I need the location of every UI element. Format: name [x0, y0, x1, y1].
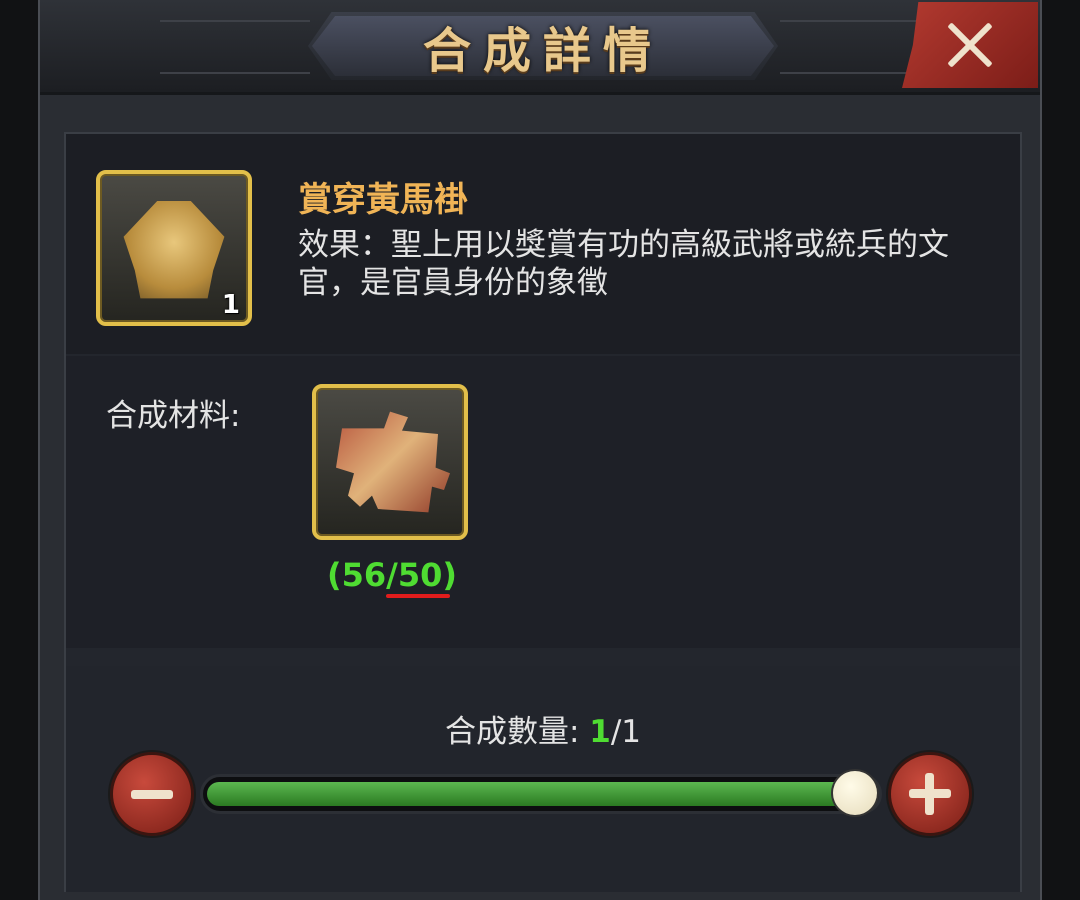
content-frame: 1 賞穿黃馬褂 效果：聖上用以獎賞有功的高級武將或統兵的文官，是官員身份的象徵 … — [64, 132, 1022, 892]
slider-fill — [207, 782, 859, 806]
quantity-max: /1 — [610, 714, 642, 750]
jacket-fragment-icon — [336, 411, 450, 513]
item-name: 賞穿黃馬褂 — [298, 180, 468, 220]
decrease-button[interactable] — [110, 752, 194, 836]
synthesis-panel: 合成詳情 1 賞穿黃馬褂 效果：聖上用以獎賞有功的高級武將或統兵的文官，是官員身… — [38, 0, 1042, 900]
close-button[interactable] — [902, 2, 1038, 88]
close-icon — [945, 20, 995, 70]
item-slot[interactable]: 1 — [96, 170, 252, 326]
quantity-label: 合成數量: — [444, 714, 580, 750]
increase-button[interactable] — [888, 752, 972, 836]
quantity-current: 1 — [589, 714, 611, 750]
minus-icon — [131, 789, 173, 799]
header-ornament-right — [780, 20, 930, 74]
header-ornament-left — [160, 20, 310, 74]
jacket-icon — [123, 200, 225, 299]
material-count: (56/50) — [327, 556, 457, 594]
slider-thumb[interactable] — [833, 771, 877, 815]
count-underline — [386, 594, 450, 598]
item-section: 1 賞穿黃馬褂 效果：聖上用以獎賞有功的高級武將或統兵的文官，是官員身份的象徵 — [66, 134, 1020, 354]
material-slot[interactable] — [312, 384, 468, 540]
material-label: 合成材料: — [106, 398, 241, 434]
header: 合成詳情 — [40, 0, 1040, 95]
title-plate: 合成詳情 — [308, 12, 778, 80]
material-section: 合成材料: (56/50) — [66, 356, 1020, 648]
quantity-slider[interactable] — [200, 771, 882, 815]
page-title: 合成詳情 — [422, 23, 663, 79]
quantity-section: 合成數量: 1/1 — [66, 666, 1020, 892]
item-count-badge: 1 — [221, 290, 240, 320]
item-description: 效果：聖上用以獎賞有功的高級武將或統兵的文官，是官員身份的象徵 — [298, 227, 949, 301]
quantity-row: 合成數量: 1/1 — [66, 706, 1020, 751]
plus-icon — [909, 773, 951, 815]
